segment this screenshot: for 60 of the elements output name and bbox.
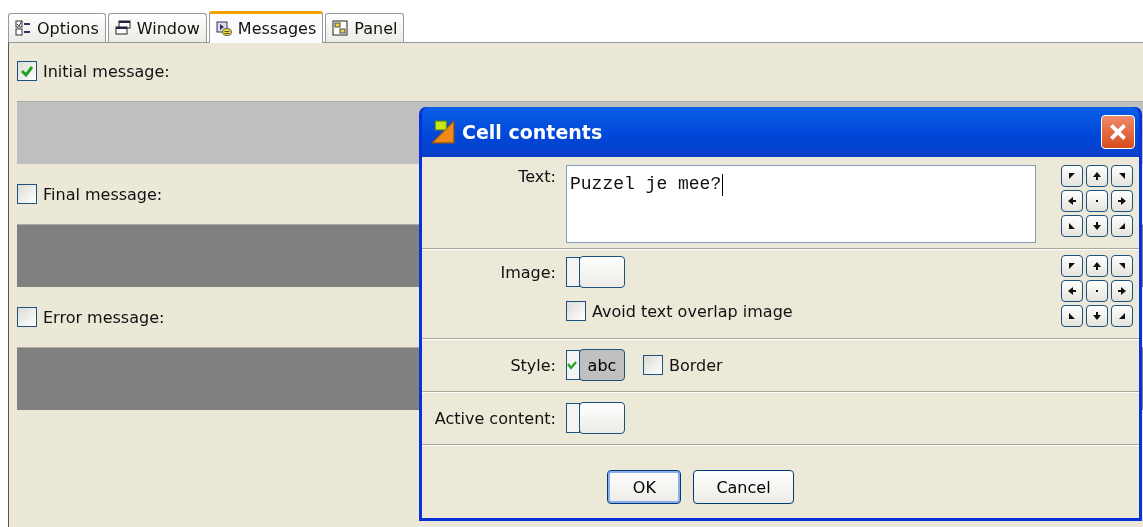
checkbox[interactable] xyxy=(17,184,37,204)
tab[interactable]: Messages xyxy=(208,11,324,43)
windows-icon xyxy=(114,20,131,36)
tab[interactable]: Panel xyxy=(325,13,405,42)
close-icon xyxy=(1107,121,1129,143)
field-label: Image: xyxy=(500,263,556,282)
alignment-button[interactable] xyxy=(1061,305,1083,327)
dialog-button[interactable]: OK xyxy=(607,470,682,504)
alignment-button[interactable] xyxy=(1086,280,1108,302)
checkbox-label: Border xyxy=(669,355,723,375)
alignment-button[interactable] xyxy=(1086,255,1108,277)
arrow-icon xyxy=(1066,220,1078,232)
alignment-button[interactable] xyxy=(1086,190,1108,212)
alignment-button[interactable] xyxy=(1086,305,1108,327)
arrow-icon xyxy=(1066,260,1078,272)
window-title: Cell contents xyxy=(462,121,604,143)
list-icon xyxy=(15,20,31,36)
alignment-button[interactable] xyxy=(1111,255,1133,277)
checkbox[interactable] xyxy=(17,61,37,81)
alignment-button[interactable] xyxy=(1061,215,1083,237)
arrow-icon xyxy=(1116,195,1128,207)
checkbox[interactable] xyxy=(17,307,37,327)
alignment-button[interactable] xyxy=(1061,280,1083,302)
alignment-button[interactable] xyxy=(1111,190,1133,212)
arrow-icon xyxy=(1091,170,1103,182)
ruler-icon xyxy=(430,119,456,145)
alignment-button[interactable] xyxy=(1111,280,1133,302)
text-field[interactable]: Puzzel je mee? xyxy=(566,165,1036,243)
alignment-button[interactable] xyxy=(1061,255,1083,277)
tab[interactable]: Options xyxy=(8,13,106,42)
arrow-icon xyxy=(1116,285,1128,297)
checkbox-label: Error message: xyxy=(43,307,165,327)
alignment-button[interactable] xyxy=(1061,165,1083,187)
arrow-icon xyxy=(1066,310,1078,322)
tab[interactable]: Window xyxy=(107,13,207,42)
checkbox-label: Initial message: xyxy=(43,61,170,81)
arrow-icon xyxy=(1091,220,1103,232)
checkbox-label: Avoid text overlap image xyxy=(592,301,793,321)
arrow-icon xyxy=(1091,260,1103,272)
message-icon xyxy=(215,20,232,37)
alignment-button[interactable] xyxy=(1061,190,1083,212)
field-label: Active content: xyxy=(434,408,556,428)
arrow-icon xyxy=(1066,195,1078,207)
field-label: Style: xyxy=(510,355,556,375)
close-button[interactable] xyxy=(1101,115,1135,149)
alignment-button[interactable] xyxy=(1111,165,1133,187)
panel-icon xyxy=(332,20,349,36)
checkmark-icon xyxy=(567,360,577,370)
checkbox[interactable] xyxy=(566,301,586,321)
checkbox-label: Final message: xyxy=(43,184,163,204)
arrow-icon xyxy=(1066,170,1078,182)
alignment-button[interactable] xyxy=(1086,165,1108,187)
arrow-icon xyxy=(1066,285,1078,297)
alignment-button[interactable] xyxy=(1111,305,1133,327)
checkbox[interactable] xyxy=(643,355,663,375)
dialog-button[interactable]: Cancel xyxy=(693,470,794,504)
alignment-button[interactable] xyxy=(1111,215,1133,237)
field-label: Text: xyxy=(518,167,556,186)
alignment-button[interactable] xyxy=(1086,215,1108,237)
arrow-icon xyxy=(1091,310,1103,322)
